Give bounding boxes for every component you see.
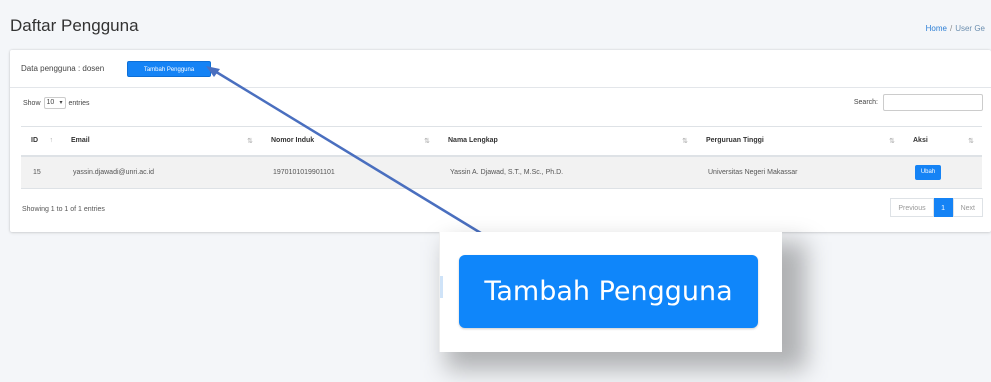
- column-header-nama-lengkap[interactable]: Nama Lengkap ⇅: [438, 126, 696, 157]
- show-entries-control: Show 10 ▾ entries: [23, 97, 90, 109]
- sort-asc-icon: ↑: [49, 137, 54, 144]
- pagination-next[interactable]: Next: [952, 198, 983, 217]
- cell-aksi: Ubah: [903, 155, 982, 189]
- column-header-label: Nama Lengkap: [448, 137, 498, 145]
- cell-email: yassin.djawadi@unri.ac.id: [61, 155, 261, 189]
- column-header-perguruan-tinggi[interactable]: Perguruan Tinggi ⇅: [696, 126, 903, 157]
- entries-label: entries: [68, 99, 90, 107]
- pagination: Previous 1 Next: [890, 198, 983, 217]
- breadcrumb-current: User Ge: [955, 24, 985, 33]
- breadcrumb-separator: /: [949, 24, 953, 33]
- cell-id: 15: [21, 155, 61, 189]
- sort-icon: ⇅: [682, 138, 688, 145]
- page-title: Daftar Pengguna: [10, 16, 139, 35]
- add-user-button-zoomed[interactable]: Tambah Pengguna: [459, 255, 758, 328]
- pagination-page-1[interactable]: 1: [933, 198, 953, 217]
- cell-nomor-induk: 1970101019901101: [261, 155, 438, 189]
- column-header-label: Aksi: [913, 137, 928, 145]
- callout-zoom-box: Tambah Pengguna: [439, 232, 782, 352]
- chevron-down-icon: ▾: [59, 100, 63, 106]
- column-header-label: Perguruan Tinggi: [706, 137, 764, 145]
- column-header-email[interactable]: Email ⇅: [61, 126, 261, 157]
- sort-icon: ⇅: [889, 138, 895, 145]
- callout-ghost-edge: [440, 276, 443, 298]
- card-header: Data pengguna : dosen Tambah Pengguna: [10, 50, 991, 88]
- column-header-label: Email: [71, 137, 90, 145]
- search-label: Search:: [853, 99, 878, 106]
- show-label: Show: [23, 99, 41, 107]
- table-header-row: ID ↑ Email ⇅ Nomor Induk ⇅ Nama Lengkap …: [21, 126, 982, 157]
- entries-select[interactable]: 10 ▾: [43, 97, 66, 109]
- sort-icon: ⇅: [968, 138, 974, 145]
- sort-icon: ⇅: [424, 138, 430, 145]
- page-header: Daftar Pengguna Home / User Ge: [0, 0, 991, 44]
- breadcrumb: Home / User Ge: [926, 24, 985, 33]
- users-card: Data pengguna : dosen Tambah Pengguna Sh…: [10, 50, 991, 232]
- cell-nama-lengkap: Yassin A. Djawad, S.T., M.Sc., Ph.D.: [438, 155, 696, 189]
- column-header-aksi[interactable]: Aksi ⇅: [903, 126, 982, 157]
- edit-button[interactable]: Ubah: [915, 164, 941, 180]
- breadcrumb-home-link[interactable]: Home: [926, 24, 947, 33]
- users-table: ID ↑ Email ⇅ Nomor Induk ⇅ Nama Lengkap …: [21, 126, 982, 189]
- search-control: Search:: [854, 94, 983, 111]
- entries-value: 10: [46, 99, 55, 106]
- column-header-id[interactable]: ID ↑: [21, 126, 61, 157]
- column-header-label: ID: [31, 137, 38, 145]
- table-info: Showing 1 to 1 of 1 entries: [22, 206, 105, 213]
- card-header-text: Data pengguna : dosen: [21, 64, 105, 73]
- pagination-previous[interactable]: Previous: [890, 198, 934, 217]
- cell-perguruan-tinggi: Universitas Negeri Makassar: [696, 155, 903, 189]
- column-header-label: Nomor Induk: [271, 137, 315, 145]
- add-user-button[interactable]: Tambah Pengguna: [127, 61, 211, 77]
- table-row: 15 yassin.djawadi@unri.ac.id 19701010199…: [21, 155, 982, 189]
- sort-icon: ⇅: [247, 138, 253, 145]
- column-header-nomor-induk[interactable]: Nomor Induk ⇅: [261, 126, 438, 157]
- search-input[interactable]: [883, 94, 983, 111]
